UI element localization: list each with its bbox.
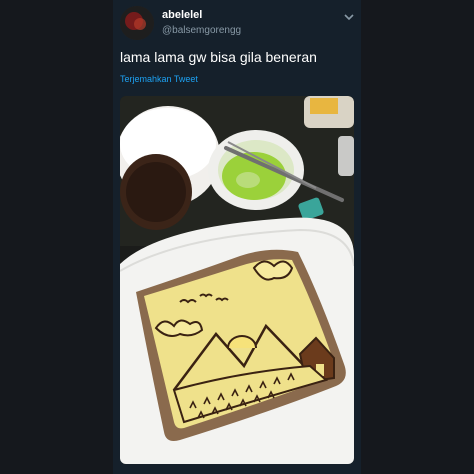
avatar-image: [120, 6, 154, 40]
chevron-down-icon[interactable]: [343, 10, 355, 22]
display-name[interactable]: abelelel: [162, 9, 202, 21]
user-handle[interactable]: @balsemgorengg: [162, 25, 241, 36]
avatar[interactable]: [120, 6, 154, 40]
translate-tweet-link[interactable]: Terjemahkan Tweet: [120, 74, 198, 84]
tweet-photo[interactable]: [120, 96, 354, 464]
tweet-text: lama lama gw bisa gila beneran: [120, 49, 317, 65]
